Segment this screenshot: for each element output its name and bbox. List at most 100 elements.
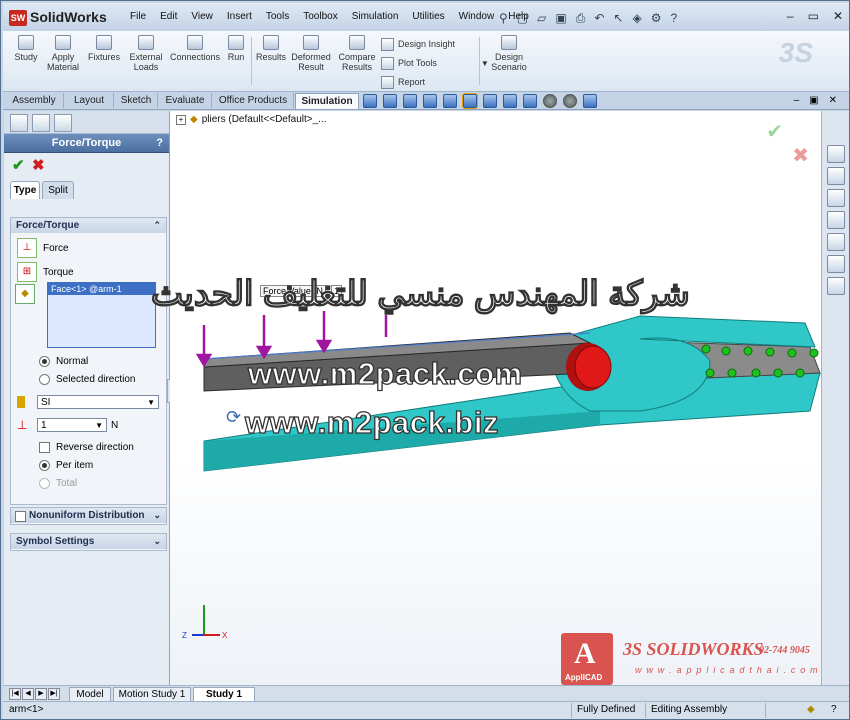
units-select[interactable]: SI ▼ bbox=[37, 395, 159, 409]
section-view-icon[interactable] bbox=[403, 94, 417, 108]
ok-button[interactable]: ✔ bbox=[12, 156, 25, 174]
confirm-cancel-icon[interactable]: ✖ bbox=[792, 143, 809, 168]
help-icon[interactable]: ? bbox=[156, 134, 163, 152]
new-document-icon[interactable]: ▢ bbox=[517, 11, 528, 26]
options-icon[interactable]: ⚙ bbox=[651, 11, 662, 26]
doc-minimize-button[interactable]: ‒ bbox=[794, 95, 800, 106]
shaded-icon[interactable] bbox=[462, 93, 478, 109]
rotate-icon[interactable]: ⟳ bbox=[226, 407, 241, 427]
tab-type[interactable]: Type bbox=[10, 181, 40, 199]
menu-utilities[interactable]: Utilities bbox=[405, 11, 451, 22]
minimize-button[interactable]: ‒ bbox=[787, 9, 794, 23]
prev-tab-button[interactable]: ◀ bbox=[22, 688, 34, 700]
results-button[interactable]: Results bbox=[255, 35, 287, 62]
shadows-icon[interactable] bbox=[563, 94, 577, 108]
normal-radio[interactable]: Normal bbox=[39, 356, 88, 367]
doc-restore-button[interactable]: ▣ bbox=[809, 95, 818, 106]
tab-assembly[interactable]: Assembly bbox=[5, 93, 64, 108]
design-insight-button[interactable]: Design Insight bbox=[381, 35, 489, 54]
report-button[interactable]: Report bbox=[381, 73, 489, 92]
tab-motion-study[interactable]: Motion Study 1 bbox=[113, 687, 191, 702]
cancel-button[interactable]: ✖ bbox=[32, 156, 45, 174]
nonuniform-distribution-group[interactable]: Nonuniform Distribution ⌄ bbox=[10, 507, 167, 525]
rebuild-status-icon[interactable]: ◆ bbox=[807, 704, 815, 715]
display-style-icon[interactable] bbox=[443, 94, 457, 108]
run-button[interactable]: Run bbox=[225, 35, 247, 62]
view-settings-icon[interactable] bbox=[583, 94, 597, 108]
custom-properties-icon[interactable] bbox=[827, 277, 845, 295]
model-canvas[interactable]: ⟳ Z X bbox=[170, 111, 822, 685]
deformed-result-button[interactable]: Deformed Result bbox=[289, 35, 333, 72]
zoom-area-icon[interactable] bbox=[383, 94, 397, 108]
selection-list[interactable]: Face<1> @arm-1 bbox=[47, 282, 156, 348]
undo-icon[interactable]: ↶ bbox=[594, 11, 604, 26]
last-tab-button[interactable]: ▶| bbox=[48, 688, 60, 700]
select-icon[interactable]: ↖ bbox=[613, 11, 623, 26]
search-icon[interactable] bbox=[827, 211, 845, 229]
force-option[interactable]: ⊥ Force bbox=[17, 238, 69, 258]
feature-manager-tab-icon[interactable] bbox=[10, 114, 28, 132]
save-icon[interactable]: ▣ bbox=[555, 11, 566, 26]
edit-appearance-icon[interactable] bbox=[503, 94, 517, 108]
torque-option[interactable]: ⊞ Torque bbox=[17, 262, 74, 282]
print-icon[interactable]: ⎙ bbox=[576, 11, 586, 26]
selected-direction-radio[interactable]: Selected direction bbox=[39, 374, 136, 385]
help-icon[interactable]: ? bbox=[670, 11, 677, 26]
connections-button[interactable]: Connections bbox=[169, 35, 221, 62]
configuration-manager-tab-icon[interactable] bbox=[54, 114, 72, 132]
study-button[interactable]: Study bbox=[11, 35, 41, 62]
group-header[interactable]: Nonuniform Distribution ⌄ bbox=[11, 508, 166, 523]
hide-show-icon[interactable] bbox=[483, 94, 497, 108]
selection-item[interactable]: Face<1> @arm-1 bbox=[48, 283, 155, 295]
menu-tools[interactable]: Tools bbox=[259, 11, 296, 22]
help-icon[interactable]: ? bbox=[831, 704, 837, 715]
tab-sketch[interactable]: Sketch bbox=[115, 93, 158, 108]
symbol-settings-group[interactable]: Symbol Settings ⌄ bbox=[10, 533, 167, 551]
tab-evaluate[interactable]: Evaluate bbox=[159, 93, 212, 108]
menu-window[interactable]: Window bbox=[452, 11, 502, 22]
external-loads-button[interactable]: External Loads bbox=[127, 35, 165, 72]
realview-icon[interactable] bbox=[543, 94, 557, 108]
tab-simulation[interactable]: Simulation bbox=[295, 93, 359, 109]
confirm-ok-icon[interactable]: ✔ bbox=[766, 119, 783, 144]
group-header[interactable]: Force/Torque ⌃ bbox=[11, 218, 166, 233]
rebuild-icon[interactable]: ◈ bbox=[632, 11, 641, 26]
view-palette-icon[interactable] bbox=[827, 233, 845, 251]
menu-file[interactable]: File bbox=[123, 11, 153, 22]
menu-simulation[interactable]: Simulation bbox=[345, 11, 406, 22]
scene-icon[interactable] bbox=[523, 94, 537, 108]
tab-study[interactable]: Study 1 bbox=[193, 687, 255, 702]
force-value-input[interactable]: 1 ▼ bbox=[37, 418, 107, 432]
first-tab-button[interactable]: |◀ bbox=[9, 688, 21, 700]
zoom-to-fit-icon[interactable] bbox=[363, 94, 377, 108]
doc-close-button[interactable]: ✕ bbox=[829, 95, 837, 106]
close-button[interactable]: ✕ bbox=[833, 9, 843, 23]
design-library-icon[interactable] bbox=[827, 167, 845, 185]
apply-material-button[interactable]: Apply Material bbox=[45, 35, 81, 72]
fixtures-button[interactable]: Fixtures bbox=[85, 35, 123, 62]
group-header[interactable]: Symbol Settings ⌄ bbox=[11, 534, 166, 549]
view-orientation-icon[interactable] bbox=[423, 94, 437, 108]
tab-split[interactable]: Split bbox=[42, 181, 74, 199]
design-scenario-button[interactable]: Design Scenario bbox=[487, 35, 531, 72]
file-explorer-icon[interactable] bbox=[827, 189, 845, 207]
pin-icon[interactable]: ⚲ bbox=[499, 11, 508, 26]
nonuniform-checkbox[interactable] bbox=[15, 511, 26, 522]
appearances-icon[interactable] bbox=[827, 255, 845, 273]
plot-tools-button[interactable]: Plot Tools ▼ bbox=[381, 54, 489, 73]
next-tab-button[interactable]: ▶ bbox=[35, 688, 47, 700]
menu-toolbox[interactable]: Toolbox bbox=[296, 11, 344, 22]
tab-office-products[interactable]: Office Products bbox=[213, 93, 294, 108]
property-manager-tab-icon[interactable] bbox=[32, 114, 50, 132]
menu-view[interactable]: View bbox=[184, 11, 220, 22]
tab-model[interactable]: Model bbox=[69, 687, 111, 702]
open-icon[interactable]: ▱ bbox=[537, 11, 546, 26]
tab-layout[interactable]: Layout bbox=[65, 93, 114, 108]
compare-results-button[interactable]: Compare Results bbox=[337, 35, 377, 72]
menu-edit[interactable]: Edit bbox=[153, 11, 184, 22]
maximize-button[interactable]: ▭ bbox=[808, 9, 819, 23]
home-icon[interactable] bbox=[827, 145, 845, 163]
menu-insert[interactable]: Insert bbox=[220, 11, 259, 22]
reverse-direction-checkbox[interactable]: Reverse direction bbox=[39, 442, 134, 453]
per-item-radio[interactable]: Per item bbox=[39, 460, 93, 471]
